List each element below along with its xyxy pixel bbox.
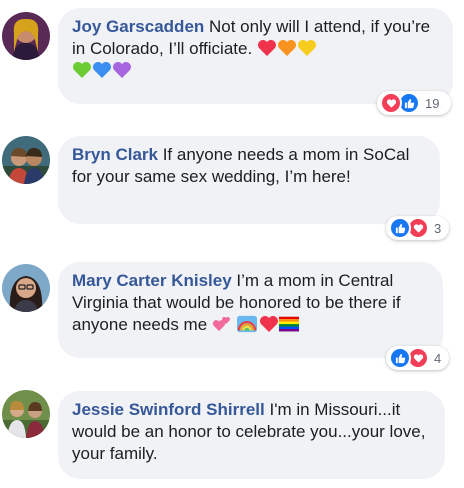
green-heart-icon: [72, 61, 92, 79]
comment-bubble: Mary Carter Knisley I’m a mom in Central…: [58, 262, 443, 358]
avatar[interactable]: [2, 136, 50, 184]
comment-bubble: Bryn Clark If anyone needs a mom in SoCa…: [58, 136, 440, 224]
red-heart-icon: [257, 39, 277, 57]
red-heart-icon: [259, 315, 279, 333]
comment-author[interactable]: Bryn Clark: [72, 145, 158, 164]
comment-author[interactable]: Jessie Swinford Shirrell: [72, 400, 265, 419]
reaction-summary[interactable]: 19: [377, 91, 451, 115]
comment-author[interactable]: Joy Garscadden: [72, 17, 204, 36]
comment-author[interactable]: Mary Carter Knisley: [72, 271, 232, 290]
purple-heart-icon: [112, 61, 132, 79]
rainbow-icon: [236, 315, 259, 333]
reaction-summary[interactable]: 4: [386, 346, 449, 370]
love-reaction-icon: [380, 92, 402, 114]
avatar[interactable]: [2, 390, 50, 438]
like-reaction-icon: [389, 217, 411, 239]
reaction-count: 3: [434, 220, 442, 236]
comment-bubble: Jessie Swinford Shirrell I'm in Missouri…: [58, 391, 445, 479]
avatar[interactable]: [2, 12, 50, 60]
like-reaction-icon: [389, 347, 411, 369]
yellow-heart-icon: [297, 39, 317, 57]
orange-heart-icon: [277, 39, 297, 57]
blue-heart-icon: [92, 61, 112, 79]
reaction-summary[interactable]: 3: [386, 216, 449, 240]
two-hearts-icon: [212, 315, 232, 333]
avatar[interactable]: [2, 264, 50, 312]
comment-bubble: Joy Garscadden Not only will I attend, i…: [58, 8, 453, 104]
reaction-count: 19: [425, 95, 440, 111]
rainbow-flag-icon: [278, 315, 301, 333]
reaction-count: 4: [434, 350, 442, 366]
